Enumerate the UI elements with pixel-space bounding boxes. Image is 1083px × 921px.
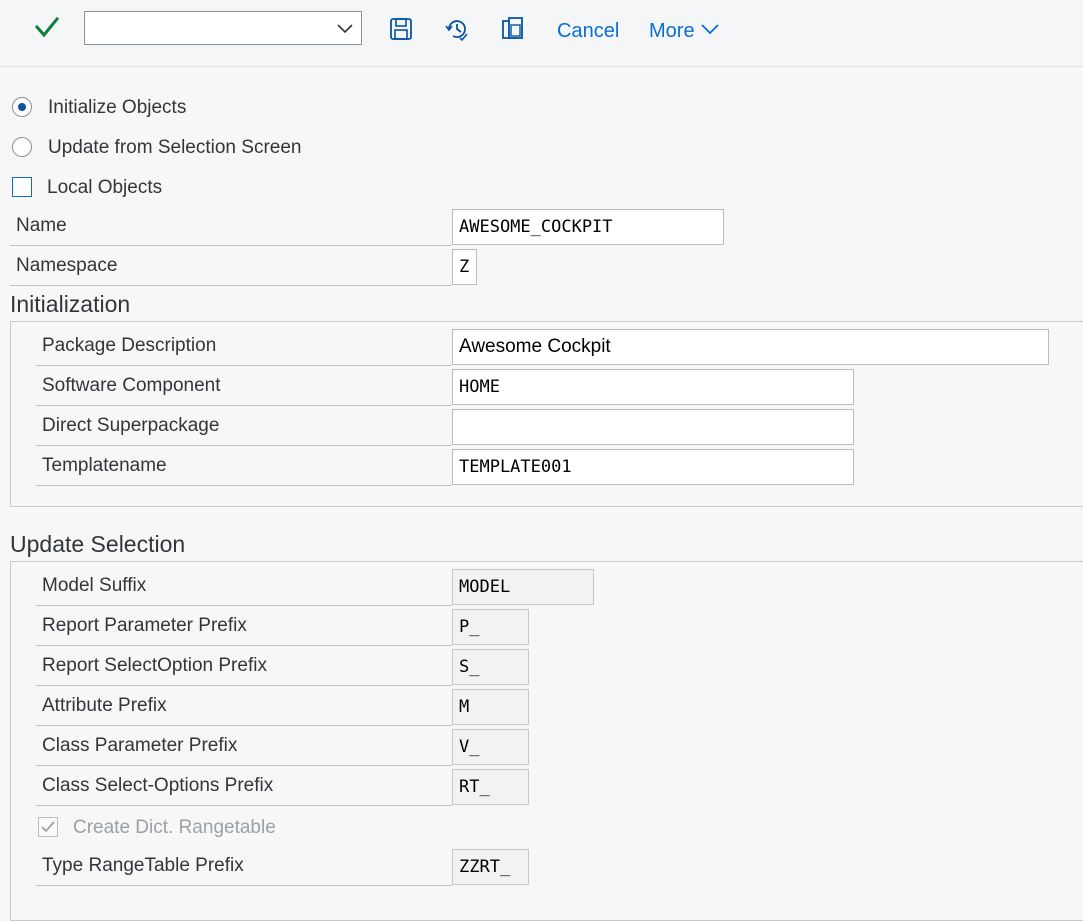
history-clock-icon[interactable] <box>444 16 470 42</box>
report-parameter-prefix-field: P_ <box>452 609 529 645</box>
direct-superpackage-label: Direct Superpackage <box>36 406 452 446</box>
update-selection-title: Update Selection <box>10 531 186 557</box>
type-rangetable-prefix-label: Type RangeTable Prefix <box>36 846 452 886</box>
update-from-selection-label[interactable]: Update from Selection Screen <box>48 136 301 160</box>
command-field-combobox[interactable] <box>84 11 362 45</box>
attribute-prefix-field: M <box>452 689 529 725</box>
chevron-down-icon[interactable] <box>337 21 353 35</box>
copy-icon[interactable] <box>500 16 526 42</box>
execute-check-icon[interactable] <box>34 14 60 40</box>
package-description-label: Package Description <box>36 326 452 366</box>
initialize-objects-radio[interactable] <box>12 97 32 117</box>
model-suffix-label: Model Suffix <box>36 566 452 606</box>
class-parameter-prefix-field: V_ <box>452 729 529 765</box>
save-icon[interactable] <box>388 16 414 42</box>
software-component-label: Software Component <box>36 366 452 406</box>
class-selectoptions-prefix-label: Class Select-Options Prefix <box>36 766 452 806</box>
cancel-button[interactable]: Cancel <box>557 18 619 44</box>
model-suffix-field: MODEL <box>452 569 594 605</box>
package-description-input[interactable]: Awesome Cockpit <box>452 329 1049 365</box>
create-dict-rangetable-label: Create Dict. Rangetable <box>73 817 276 838</box>
update-from-selection-radio[interactable] <box>12 137 32 157</box>
chevron-down-icon[interactable] <box>701 23 719 35</box>
attribute-prefix-label: Attribute Prefix <box>36 686 452 726</box>
local-objects-label[interactable]: Local Objects <box>47 176 162 200</box>
initialize-objects-label[interactable]: Initialize Objects <box>48 96 186 120</box>
templatename-input[interactable]: TEMPLATE001 <box>452 449 854 485</box>
initialization-title: Initialization <box>10 291 131 317</box>
name-label: Name <box>10 206 452 246</box>
class-selectoptions-prefix-field: RT_ <box>452 769 529 805</box>
namespace-input[interactable]: Z <box>452 249 477 285</box>
software-component-input[interactable]: HOME <box>452 369 854 405</box>
class-parameter-prefix-label: Class Parameter Prefix <box>36 726 452 766</box>
report-selectoption-prefix-label: Report SelectOption Prefix <box>36 646 452 686</box>
name-input[interactable]: AWESOME_COCKPIT <box>452 209 724 245</box>
report-selectoption-prefix-field: S_ <box>452 649 529 685</box>
namespace-label: Namespace <box>10 246 452 286</box>
create-dict-rangetable-checkbox <box>38 817 58 837</box>
checkmark-icon <box>41 821 55 833</box>
report-parameter-prefix-label: Report Parameter Prefix <box>36 606 452 646</box>
direct-superpackage-input[interactable] <box>452 409 854 445</box>
type-rangetable-prefix-field: ZZRT_ <box>452 849 529 885</box>
radio-selected-dot <box>18 103 26 111</box>
local-objects-checkbox[interactable] <box>12 177 32 197</box>
toolbar: Cancel More <box>0 0 1083 67</box>
templatename-label: Templatename <box>36 446 452 486</box>
more-button[interactable]: More <box>649 18 695 44</box>
